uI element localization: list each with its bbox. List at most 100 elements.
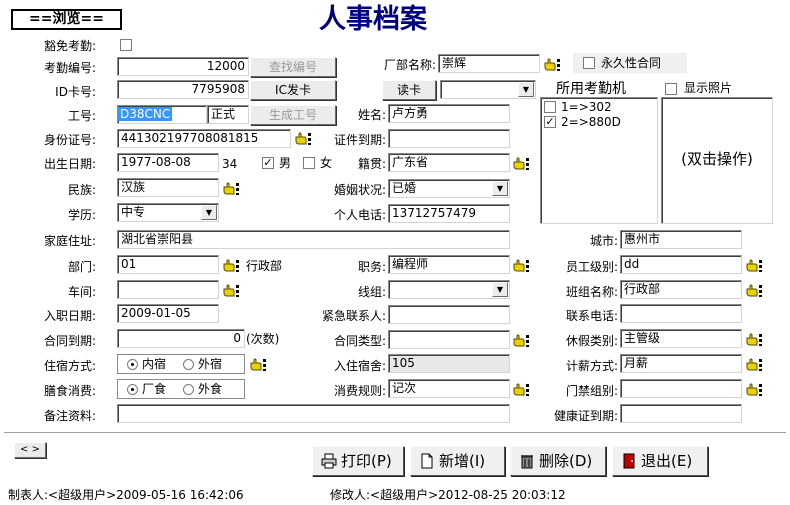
card-reader-combo[interactable]: ▼ (440, 80, 536, 99)
male-checkbox[interactable]: ✓ (262, 157, 274, 169)
native-place-field[interactable]: 广东省 (388, 153, 510, 172)
hire-date-field[interactable]: 2009-01-05 (117, 304, 219, 323)
remarks-label: 备注资料: (43, 409, 96, 423)
dept-code-field[interactable]: 01 (117, 255, 219, 274)
pay-method-field[interactable]: 月薪 (620, 354, 742, 373)
exempt-checkbox[interactable] (120, 39, 132, 51)
pointing-hand-icon[interactable] (746, 333, 763, 347)
health-expiry-field[interactable] (620, 404, 742, 423)
team-name-label: 班组名称: (565, 285, 618, 299)
attendance-no-field[interactable]: 12000 (117, 57, 249, 76)
browse-tab[interactable]: ==浏览== (11, 9, 122, 30)
attendance-machine-list[interactable]: 1=>302 ✓ 2=>880D (540, 97, 658, 224)
pointing-hand-icon[interactable] (513, 259, 530, 273)
dropdown-arrow-icon[interactable]: ▼ (492, 282, 508, 297)
housing-in-radio[interactable] (127, 359, 138, 370)
housing-radio-group[interactable]: 内宿 外宿 (117, 354, 245, 374)
id-card-field[interactable]: 7795908 (117, 80, 249, 99)
print-button[interactable]: 打印(P) (312, 446, 404, 476)
modifier-info: 修改人:<超级用户>2012-08-25 20:03:12 (330, 488, 566, 502)
address-field[interactable]: 湖北省崇阳县 (117, 230, 510, 249)
pointing-hand-icon[interactable] (746, 358, 763, 372)
dropdown-arrow-icon[interactable]: ▼ (518, 82, 534, 97)
generate-emp-no-button[interactable]: 生成工号 (250, 105, 336, 125)
pointing-hand-icon[interactable] (746, 284, 763, 298)
contract-type-field[interactable] (388, 330, 510, 349)
phone-field[interactable]: 13712757479 (388, 204, 510, 223)
meals-factory-radio[interactable] (127, 384, 138, 395)
position-field[interactable]: 编程师 (388, 255, 510, 274)
emergency-field[interactable] (388, 305, 510, 324)
pointing-hand-icon[interactable] (223, 284, 240, 298)
dropdown-arrow-icon[interactable]: ▼ (201, 205, 217, 220)
team-name-field[interactable]: 行政部 (620, 280, 742, 299)
age-value: 34 (222, 157, 238, 171)
ethnicity-field[interactable]: 汉族 (117, 178, 219, 197)
pointing-hand-icon[interactable] (223, 182, 240, 196)
pointing-hand-icon[interactable] (250, 358, 267, 372)
pointing-hand-icon[interactable] (746, 383, 763, 397)
creator-info: 制表人:<超级用户>2009-05-16 16:42:06 (8, 488, 244, 502)
find-number-button[interactable]: 查找编号 (250, 57, 336, 77)
photo-box[interactable]: (双击操作) (661, 97, 773, 224)
dorm-label: 入住宿舍: (333, 359, 386, 373)
ic-issue-button[interactable]: IC发卡 (250, 80, 336, 100)
pointing-hand-icon[interactable] (223, 259, 240, 273)
contact-phone-label: 联系电话: (565, 309, 618, 323)
delete-button[interactable]: 删除(D) (510, 446, 606, 476)
nav-prev-next-button[interactable]: < > (14, 442, 46, 458)
cert-expiry-field[interactable] (388, 129, 510, 148)
female-label: 女 (320, 156, 333, 170)
machine-item[interactable]: 1=>302 (543, 100, 655, 115)
exit-button[interactable]: 退出(E) (612, 446, 708, 476)
emp-level-field[interactable]: dd (620, 255, 742, 274)
remarks-field[interactable] (117, 404, 510, 423)
add-button[interactable]: 新增(I) (410, 446, 505, 476)
emp-status-field[interactable]: 正式 (207, 105, 249, 124)
city-field[interactable]: 惠州市 (620, 230, 742, 249)
read-card-button[interactable]: 读卡 (382, 80, 436, 100)
id-number-label: 身份证号: (43, 133, 96, 147)
marital-combo[interactable]: 已婚 ▼ (388, 179, 510, 198)
line-group-combo[interactable]: ▼ (388, 280, 510, 299)
machine-checkbox[interactable]: ✓ (544, 116, 556, 128)
factory-field[interactable]: 崇辉 (438, 54, 540, 73)
dorm-field[interactable]: 105 (388, 354, 510, 373)
birth-date-field[interactable]: 1977-08-08 (117, 153, 219, 172)
id-number-field[interactable]: 441302197708081815 (117, 129, 291, 148)
consume-rule-field[interactable]: 记次 (388, 379, 510, 398)
show-photo-checkbox[interactable] (665, 83, 677, 95)
contact-phone-field[interactable] (620, 304, 742, 323)
machine-label: 1=>302 (561, 100, 612, 114)
pointing-hand-icon[interactable] (295, 132, 312, 146)
machines-header: 所用考勤机 (556, 81, 626, 97)
workshop-label: 车间: (67, 285, 96, 299)
machine-checkbox[interactable] (544, 101, 556, 113)
contract-count-field[interactable]: 0 (117, 329, 245, 348)
education-combo[interactable]: 中专 ▼ (117, 203, 219, 222)
emp-level-label: 员工级别: (565, 260, 618, 274)
emp-no-field[interactable]: D38CNC (117, 105, 207, 124)
contract-type-label: 合同类型: (333, 334, 386, 348)
hire-date-label: 入职日期: (43, 309, 96, 323)
permanent-contract-checkbox[interactable] (583, 57, 595, 69)
pointing-hand-icon[interactable] (513, 157, 530, 171)
cert-expiry-label: 证件到期: (333, 133, 386, 147)
meals-radio-group[interactable]: 厂食 外食 (117, 379, 245, 399)
door-group-field[interactable] (620, 379, 742, 398)
workshop-field[interactable] (117, 280, 219, 299)
pointing-hand-icon[interactable] (544, 58, 561, 72)
dropdown-arrow-icon[interactable]: ▼ (492, 181, 508, 196)
housing-out-radio[interactable] (183, 359, 194, 370)
leave-type-field[interactable]: 主管级 (620, 329, 742, 348)
consume-rule-label: 消费规则: (333, 384, 386, 398)
pointing-hand-icon[interactable] (746, 259, 763, 273)
name-field[interactable]: 卢方勇 (388, 104, 510, 123)
female-checkbox[interactable] (303, 157, 315, 169)
machine-item[interactable]: ✓ 2=>880D (543, 115, 655, 130)
exit-door-icon (623, 453, 635, 469)
new-document-icon (421, 453, 433, 469)
pointing-hand-icon[interactable] (513, 334, 530, 348)
meals-outside-radio[interactable] (183, 384, 194, 395)
pointing-hand-icon[interactable] (513, 383, 530, 397)
